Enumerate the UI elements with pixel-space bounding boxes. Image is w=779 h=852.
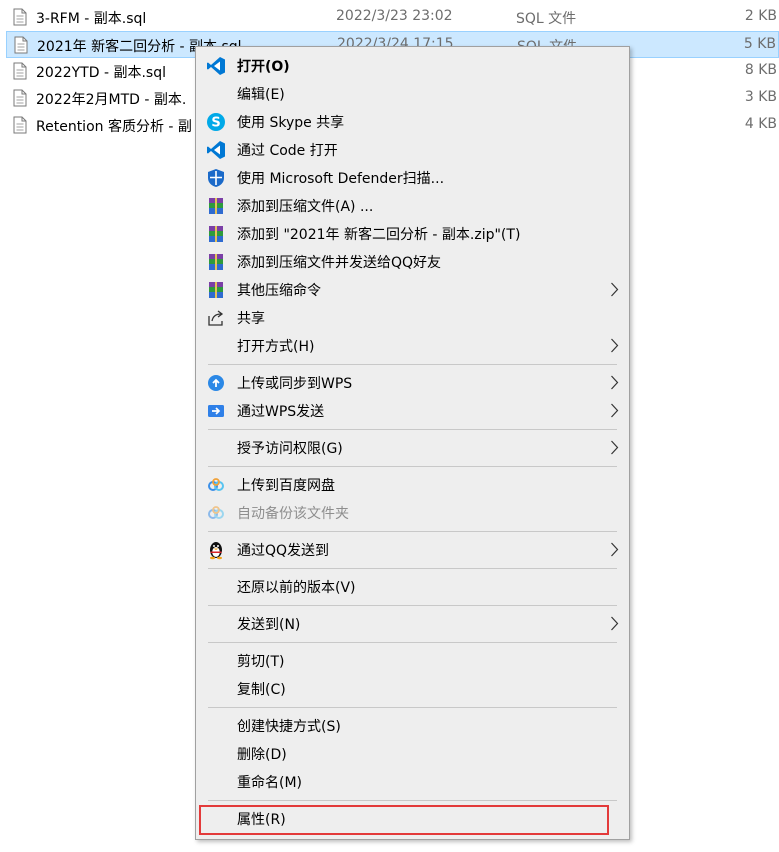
menu-item-delete[interactable]: 删除(D) — [196, 740, 629, 768]
menu-separator — [208, 429, 617, 430]
menu-item-open-with-code[interactable]: 通过 Code 打开 — [196, 136, 629, 164]
menu-item-cut[interactable]: 剪切(T) — [196, 647, 629, 675]
chevron-right-icon — [610, 616, 619, 635]
file-size: 2 KB — [744, 8, 777, 24]
file-name: 2022YTD - 副本.sql — [36, 65, 166, 81]
menu-label: 上传到百度网盘 — [237, 478, 335, 494]
winrar-icon — [206, 224, 226, 244]
menu-item-send-wps[interactable]: 通过WPS发送 — [196, 397, 629, 425]
file-size: 5 KB — [743, 36, 776, 52]
skype-icon: S — [206, 112, 226, 132]
wps-send-icon — [206, 401, 226, 421]
menu-separator — [208, 707, 617, 708]
file-size: 8 KB — [744, 62, 777, 78]
menu-label: 通过 Code 打开 — [237, 143, 338, 159]
menu-item-copy[interactable]: 复制(C) — [196, 675, 629, 703]
menu-item-add-to-zip[interactable]: 添加到 "2021年 新客二回分析 - 副本.zip"(T) — [196, 220, 629, 248]
menu-label: 其他压缩命令 — [237, 283, 321, 299]
sql-file-icon — [13, 8, 27, 30]
menu-label: 打开(O) — [237, 59, 290, 75]
menu-item-open-with[interactable]: 打开方式(H) — [196, 332, 629, 360]
sql-file-icon — [13, 62, 27, 84]
menu-label: 添加到压缩文件并发送给QQ好友 — [237, 255, 442, 271]
defender-shield-icon — [206, 168, 226, 188]
menu-label: 打开方式(H) — [237, 339, 315, 355]
winrar-icon — [206, 280, 226, 300]
menu-label: 添加到 "2021年 新客二回分析 - 副本.zip"(T) — [237, 227, 521, 243]
menu-label: 还原以前的版本(V) — [237, 580, 356, 596]
file-size: 3 KB — [744, 89, 777, 105]
menu-item-send-to[interactable]: 发送到(N) — [196, 610, 629, 638]
vscode-icon — [206, 56, 226, 76]
menu-item-restore-versions[interactable]: 还原以前的版本(V) — [196, 573, 629, 601]
menu-label: 自动备份该文件夹 — [237, 506, 349, 522]
share-icon — [206, 308, 226, 328]
properties-highlight-box — [199, 805, 609, 835]
winrar-icon — [206, 252, 226, 272]
file-size: 4 KB — [744, 116, 777, 132]
menu-label: 编辑(E) — [237, 87, 285, 103]
menu-item-open[interactable]: 打开(O) — [196, 52, 629, 80]
menu-item-auto-backup: 自动备份该文件夹 — [196, 499, 629, 527]
file-row[interactable]: 3-RFM - 副本.sql 2022/3/23 23:02 SQL 文件 2 … — [6, 4, 779, 31]
menu-label: 上传或同步到WPS — [237, 376, 353, 392]
file-name: Retention 客质分析 - 副 — [36, 119, 192, 135]
context-menu: 打开(O) 编辑(E) S 使用 Skype 共享 通过 Code 打开 使用 … — [195, 46, 630, 840]
file-name: 3-RFM - 副本.sql — [36, 11, 147, 27]
menu-separator — [208, 800, 617, 801]
menu-label: 添加到压缩文件(A) ... — [237, 199, 374, 215]
winrar-icon — [206, 196, 226, 216]
menu-label: 创建快捷方式(S) — [237, 719, 341, 735]
menu-item-create-shortcut[interactable]: 创建快捷方式(S) — [196, 712, 629, 740]
file-date: 2022/3/23 23:02 — [336, 8, 453, 24]
menu-separator — [208, 642, 617, 643]
menu-item-other-compress[interactable]: 其他压缩命令 — [196, 276, 629, 304]
menu-label: 使用 Skype 共享 — [237, 115, 345, 131]
menu-separator — [208, 605, 617, 606]
menu-label: 复制(C) — [237, 682, 286, 698]
menu-label: 剪切(T) — [237, 654, 285, 670]
sql-file-icon — [13, 116, 27, 138]
menu-item-compress-send-qq[interactable]: 添加到压缩文件并发送给QQ好友 — [196, 248, 629, 276]
chevron-right-icon — [610, 375, 619, 394]
qq-penguin-icon — [206, 540, 226, 560]
menu-label: 使用 Microsoft Defender扫描... — [237, 171, 445, 187]
baidu-netdisk-icon — [206, 503, 226, 523]
menu-label: 重命名(M) — [237, 775, 303, 791]
menu-separator — [208, 531, 617, 532]
file-name: 2022年2月MTD - 副本. — [36, 92, 187, 108]
menu-item-rename[interactable]: 重命名(M) — [196, 768, 629, 796]
menu-item-upload-baidu[interactable]: 上传到百度网盘 — [196, 471, 629, 499]
chevron-right-icon — [610, 440, 619, 459]
wps-cloud-icon — [206, 373, 226, 393]
menu-item-share[interactable]: 共享 — [196, 304, 629, 332]
menu-label: 授予访问权限(G) — [237, 441, 343, 457]
menu-label: 删除(D) — [237, 747, 287, 763]
menu-separator — [208, 568, 617, 569]
chevron-right-icon — [610, 403, 619, 422]
menu-item-upload-wps[interactable]: 上传或同步到WPS — [196, 369, 629, 397]
menu-item-grant-access[interactable]: 授予访问权限(G) — [196, 434, 629, 462]
menu-separator — [208, 466, 617, 467]
menu-item-defender-scan[interactable]: 使用 Microsoft Defender扫描... — [196, 164, 629, 192]
menu-item-skype-share[interactable]: S 使用 Skype 共享 — [196, 108, 629, 136]
menu-label: 共享 — [237, 311, 265, 327]
chevron-right-icon — [610, 338, 619, 357]
menu-item-send-qq[interactable]: 通过QQ发送到 — [196, 536, 629, 564]
chevron-right-icon — [610, 282, 619, 301]
baidu-netdisk-icon — [206, 475, 226, 495]
sql-file-icon — [13, 89, 27, 111]
menu-label: 发送到(N) — [237, 617, 301, 633]
file-type: SQL 文件 — [516, 11, 577, 27]
svg-text:S: S — [211, 116, 220, 131]
menu-label: 通过QQ发送到 — [237, 543, 330, 559]
vscode-icon — [206, 140, 226, 160]
menu-separator — [208, 364, 617, 365]
menu-item-edit[interactable]: 编辑(E) — [196, 80, 629, 108]
menu-label: 通过WPS发送 — [237, 404, 325, 420]
sql-file-icon — [14, 36, 28, 58]
menu-item-add-to-archive[interactable]: 添加到压缩文件(A) ... — [196, 192, 629, 220]
chevron-right-icon — [610, 542, 619, 561]
